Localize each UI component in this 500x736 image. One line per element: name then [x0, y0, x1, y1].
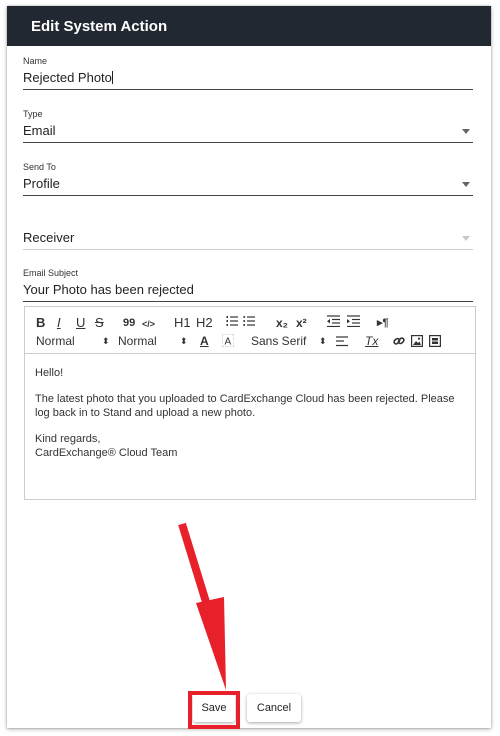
receiver-placeholder: Receiver [23, 230, 75, 245]
video-icon[interactable] [429, 335, 442, 350]
receiver-select[interactable]: Receiver [23, 226, 473, 250]
strikethrough-icon[interactable]: S [95, 316, 104, 330]
underline-icon[interactable]: U [76, 316, 85, 330]
background-color-icon[interactable]: A [221, 333, 235, 350]
send-to-label: Send To [23, 162, 56, 172]
code-icon[interactable]: </> [142, 317, 155, 331]
subscript-icon[interactable]: x₂ [276, 316, 288, 330]
body-closing: Kind regards, [35, 433, 101, 445]
bold-icon[interactable]: B [36, 316, 45, 330]
name-field[interactable]: Name Rejected Photo [23, 56, 473, 90]
italic-icon[interactable]: I [57, 316, 61, 330]
email-subject-input[interactable]: Your Photo has been rejected [23, 282, 473, 298]
dialog-header: Edit System Action [7, 6, 491, 46]
font-select-value: Sans Serif [251, 334, 307, 348]
rich-text-editor: B I U S 99 </> H1 H2 x₂ x² ▸¶ Normal ⬍ N… [24, 306, 476, 500]
email-subject-value: Your Photo has been rejected [23, 282, 194, 297]
heading-1-icon[interactable]: H1 [174, 316, 191, 330]
chevron-down-icon[interactable] [462, 236, 470, 241]
save-highlight-box [188, 691, 240, 729]
size-select-1[interactable]: Normal ⬍ [36, 334, 110, 348]
send-to-select[interactable]: Send To Profile [23, 162, 473, 196]
dialog-title: Edit System Action [31, 17, 168, 35]
outdent-icon[interactable] [327, 315, 340, 330]
type-select[interactable]: Type Email [23, 109, 473, 143]
edit-system-action-dialog: Edit System Action Name Rejected Photo T… [7, 6, 491, 728]
size-select-2[interactable]: Normal ⬍ [118, 334, 188, 348]
superscript-icon[interactable]: x² [296, 316, 307, 330]
name-input[interactable]: Rejected Photo [23, 70, 473, 86]
indent-icon[interactable] [347, 315, 360, 330]
type-value: Email [23, 123, 56, 138]
select-arrows-icon: ⬍ [102, 336, 110, 346]
align-icon[interactable] [336, 336, 348, 350]
link-icon[interactable] [393, 335, 405, 350]
svg-text:A: A [225, 337, 232, 348]
name-underline [23, 89, 473, 90]
send-to-underline [23, 195, 473, 196]
type-label: Type [23, 109, 43, 119]
blockquote-icon[interactable]: 99 [123, 316, 135, 330]
select-arrows-icon: ⬍ [180, 336, 188, 346]
select-arrows-icon: ⬍ [319, 336, 327, 346]
font-select[interactable]: Sans Serif ⬍ [251, 334, 327, 348]
size-select-1-value: Normal [36, 334, 75, 348]
editor-content[interactable]: Hello! The latest photo that you uploade… [25, 354, 475, 472]
type-underline [23, 142, 473, 143]
body-message: The latest photo that you uploaded to Ca… [35, 393, 455, 419]
email-subject-underline [23, 301, 473, 302]
body-greeting: Hello! [35, 367, 64, 379]
send-to-value: Profile [23, 176, 60, 191]
body-signature: CardExchange® Cloud Team [35, 447, 178, 459]
image-icon[interactable] [411, 335, 424, 350]
heading-2-icon[interactable]: H2 [196, 316, 213, 330]
chevron-down-icon[interactable] [462, 182, 470, 187]
size-select-2-value: Normal [118, 334, 157, 348]
text-cursor [111, 71, 113, 84]
receiver-underline [23, 249, 473, 250]
text-direction-icon[interactable]: ▸¶ [377, 316, 389, 330]
name-label: Name [23, 56, 48, 66]
editor-toolbar: B I U S 99 </> H1 H2 x₂ x² ▸¶ Normal ⬍ N… [25, 307, 475, 354]
ordered-list-icon[interactable] [226, 315, 238, 330]
chevron-down-icon[interactable] [462, 129, 470, 134]
bullet-list-icon[interactable] [243, 315, 255, 330]
text-color-icon[interactable]: A [200, 334, 209, 348]
cancel-button[interactable]: Cancel [247, 694, 301, 722]
clear-format-icon[interactable]: Tx [365, 334, 378, 348]
email-subject-field[interactable]: Email Subject Your Photo has been reject… [23, 268, 473, 302]
email-subject-label: Email Subject [23, 268, 79, 278]
name-value: Rejected Photo [23, 70, 112, 85]
